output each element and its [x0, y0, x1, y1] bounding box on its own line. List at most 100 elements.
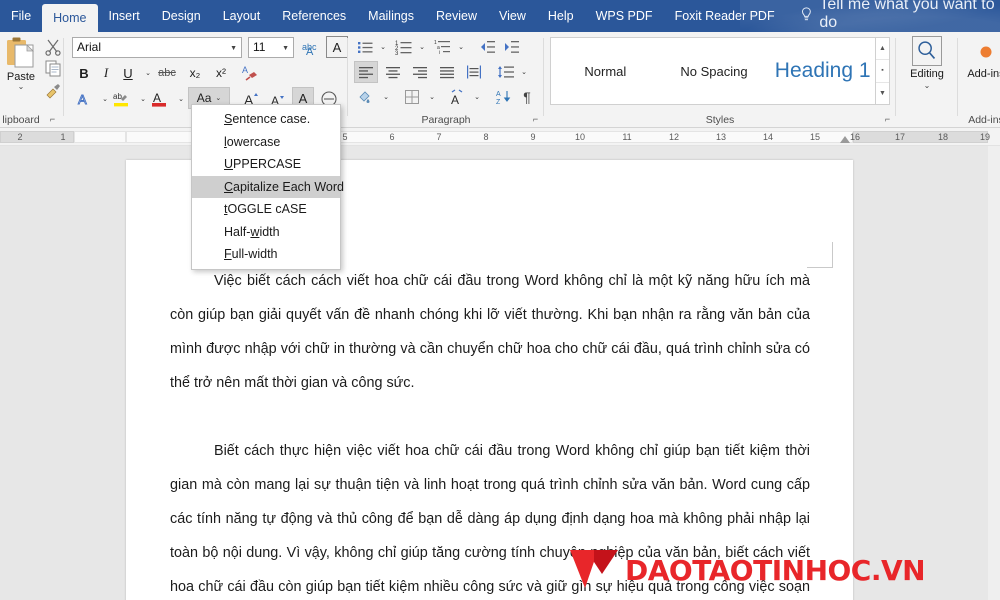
- font-color-button[interactable]: A: [148, 88, 170, 110]
- align-right-button[interactable]: [408, 61, 432, 83]
- menu-item-uppercase[interactable]: UPPERCASE: [192, 153, 340, 176]
- decrease-indent-button[interactable]: [476, 36, 498, 58]
- cut-button[interactable]: [44, 38, 62, 56]
- text-highlight-a-button[interactable]: A: [326, 36, 348, 58]
- font-size-input[interactable]: 11 ▼: [248, 37, 294, 58]
- bold-button[interactable]: B: [74, 62, 94, 84]
- show-formatting-marks-button[interactable]: ¶: [518, 86, 536, 108]
- tell-me-box[interactable]: Tell me what you want to do: [800, 0, 1000, 32]
- bullets-chevron-down-icon[interactable]: ⌄: [377, 36, 389, 58]
- strikethrough-button[interactable]: abc: [154, 62, 180, 84]
- styles-scroll-up-button[interactable]: ▲: [876, 38, 889, 60]
- lightbulb-icon: [800, 6, 813, 23]
- menu-item-sentence-case[interactable]: Sentence case.: [192, 108, 340, 131]
- styles-gallery-scrollbar[interactable]: ▲ ▪ ▼: [875, 37, 890, 105]
- tab-help[interactable]: Help: [537, 0, 585, 32]
- scissors-icon: [44, 38, 62, 56]
- clear-formatting-button[interactable]: A: [240, 62, 262, 84]
- tab-layout[interactable]: Layout: [212, 0, 272, 32]
- ruler-tick-13: 13: [714, 131, 728, 143]
- text-effects-button[interactable]: A: [74, 88, 94, 110]
- menu-item-capitalize-each-word[interactable]: Capitalize Each Word: [192, 176, 340, 199]
- bullets-button[interactable]: [354, 36, 376, 58]
- addin-button[interactable]: Add-ins: [960, 36, 1000, 80]
- shading-chevron-down-icon[interactable]: ⌄: [380, 86, 392, 108]
- style-heading-1[interactable]: Heading 1: [768, 38, 877, 104]
- tab-home[interactable]: Home: [42, 4, 97, 32]
- font-name-chevron-down-icon[interactable]: ▼: [230, 45, 237, 52]
- font-name-input[interactable]: Arial ▼: [72, 37, 242, 58]
- menu-item-lowercase[interactable]: lowercase: [192, 131, 340, 154]
- styles-gallery: Normal No Spacing Heading 1: [550, 37, 878, 105]
- borders-chevron-down-icon[interactable]: ⌄: [426, 86, 438, 108]
- menu-item-toggle-case[interactable]: tOGGLE cASE: [192, 198, 340, 221]
- svg-text:ab: ab: [113, 92, 122, 101]
- shading-icon: [357, 88, 375, 106]
- numbering-button[interactable]: 1 2 3: [393, 36, 415, 58]
- font-size-chevron-down-icon[interactable]: ▼: [282, 45, 289, 52]
- text-highlight-color-button[interactable]: ab: [110, 88, 132, 110]
- shading-button[interactable]: [354, 86, 378, 108]
- format-painter-icon: [44, 82, 62, 100]
- paste-icon: [6, 36, 36, 70]
- styles-scroll-thumb[interactable]: ▪: [876, 60, 889, 82]
- tab-wps-pdf[interactable]: WPS PDF: [585, 0, 664, 32]
- align-left-button[interactable]: [354, 61, 378, 83]
- svg-text:A: A: [451, 93, 459, 106]
- tab-foxit-reader-pdf[interactable]: Foxit Reader PDF: [664, 0, 786, 32]
- ribbon-tab-bar: File Home Insert Design Layout Reference…: [0, 0, 1000, 32]
- menu-item-half-width[interactable]: Half-width: [192, 221, 340, 244]
- clipboard-dialog-launcher[interactable]: ⌐: [47, 114, 58, 125]
- subscript-button[interactable]: x₂: [184, 62, 206, 84]
- tab-view[interactable]: View: [488, 0, 537, 32]
- paste-chevron-icon[interactable]: ⌄: [18, 84, 25, 90]
- multilevel-list-button[interactable]: 1 a i: [432, 36, 454, 58]
- align-center-button[interactable]: [381, 61, 405, 83]
- increase-font-size-button[interactable]: abc A: [300, 36, 322, 58]
- align-center-icon: [384, 63, 402, 81]
- line-spacing-button[interactable]: [495, 61, 517, 83]
- numbering-chevron-down-icon[interactable]: ⌄: [416, 36, 428, 58]
- copy-button[interactable]: [44, 59, 62, 77]
- vertical-scrollbar[interactable]: [988, 146, 1000, 600]
- style-normal[interactable]: Normal: [551, 38, 660, 104]
- tab-file[interactable]: File: [0, 0, 42, 32]
- word-window: File Home Insert Design Layout Reference…: [0, 0, 1000, 600]
- tab-review[interactable]: Review: [425, 0, 488, 32]
- asian-layout-button[interactable]: A: [445, 86, 469, 108]
- line-spacing-chevron-down-icon[interactable]: ⌄: [518, 61, 530, 83]
- styles-dialog-launcher[interactable]: ⌐: [882, 114, 893, 125]
- distributed-button[interactable]: [462, 61, 486, 83]
- superscript-button[interactable]: x²: [210, 62, 232, 84]
- styles-more-button[interactable]: ▼: [876, 83, 889, 104]
- underline-button[interactable]: U: [118, 62, 138, 84]
- ribbon: Paste ⌄: [0, 32, 1000, 128]
- tab-insert[interactable]: Insert: [98, 0, 151, 32]
- menu-item-full-width[interactable]: Full-width: [192, 243, 340, 266]
- justify-button[interactable]: [435, 61, 459, 83]
- increase-indent-button[interactable]: [500, 36, 522, 58]
- change-case-chevron-down-icon[interactable]: ⌄: [215, 94, 221, 102]
- tab-design[interactable]: Design: [151, 0, 212, 32]
- style-no-spacing[interactable]: No Spacing: [660, 38, 769, 104]
- format-painter-button[interactable]: [44, 82, 62, 100]
- tab-mailings[interactable]: Mailings: [357, 0, 425, 32]
- tab-references[interactable]: References: [271, 0, 357, 32]
- ruler-tick-6: 6: [385, 131, 399, 143]
- italic-button[interactable]: I: [96, 62, 116, 84]
- paragraph-dialog-launcher[interactable]: ⌐: [530, 114, 541, 125]
- ruler-right-margin-band: [853, 131, 988, 143]
- editing-button[interactable]: Editing ⌄: [901, 36, 953, 89]
- multilevel-chevron-down-icon[interactable]: ⌄: [455, 36, 467, 58]
- asian-layout-chevron-down-icon[interactable]: ⌄: [471, 86, 483, 108]
- ruler-tick-14: 14: [761, 131, 775, 143]
- borders-button[interactable]: [400, 86, 424, 108]
- align-left-icon: [357, 63, 375, 81]
- right-indent-marker[interactable]: [840, 136, 850, 143]
- sort-button[interactable]: A Z: [493, 86, 515, 108]
- editing-chevron-down-icon[interactable]: ⌄: [924, 82, 931, 89]
- horizontal-ruler[interactable]: 2 1 4 5 6 7 8 9 10 11 12 13 14 15 16 17 …: [0, 128, 1000, 146]
- change-case-dropdown-menu[interactable]: Sentence case. lowercase UPPERCASE Capit…: [191, 104, 341, 270]
- ruler-tick-19: 19: [978, 131, 992, 143]
- paste-button[interactable]: Paste ⌄: [0, 36, 42, 104]
